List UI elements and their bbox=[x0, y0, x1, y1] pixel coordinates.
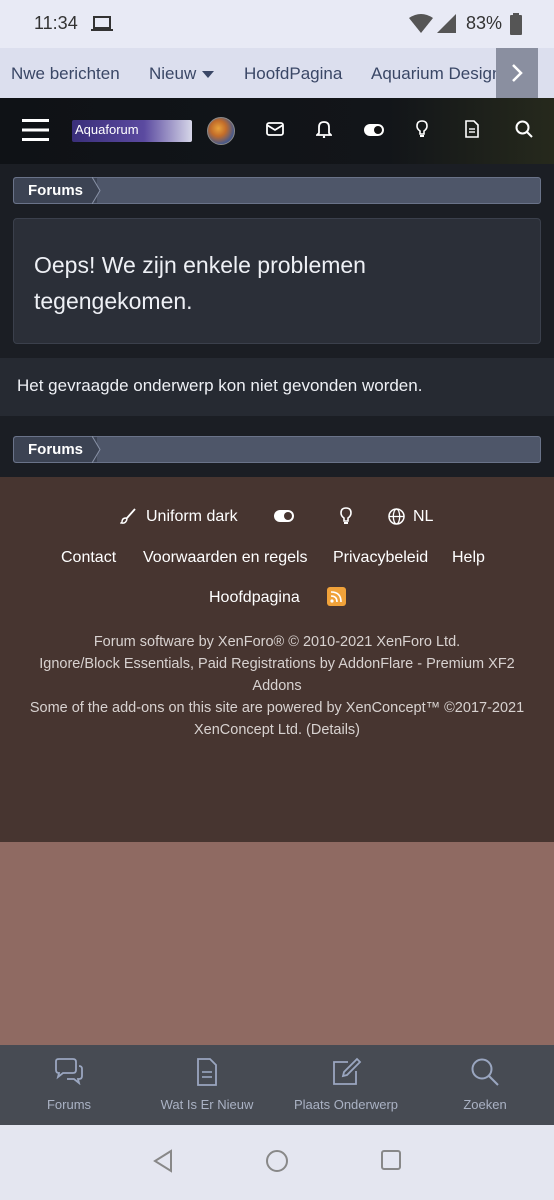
globe-icon bbox=[388, 508, 405, 525]
bottom-nav-whats-new[interactable]: Wat Is Er Nieuw bbox=[138, 1045, 276, 1125]
error-title: Oeps! We zijn enkele problemen tegengeko… bbox=[34, 252, 366, 314]
tab-new[interactable]: Nieuw bbox=[149, 64, 215, 84]
error-notice: Het gevraagde onderwerp kon niet gevonde… bbox=[0, 358, 554, 416]
edit-icon bbox=[333, 1057, 362, 1085]
lightbulb-icon[interactable] bbox=[416, 120, 428, 138]
legal-addons: Addons bbox=[252, 678, 302, 694]
legal-xenconcept: Some of the add-ons on this site are pow… bbox=[29, 700, 525, 716]
bottom-nav-post-thread[interactable]: Plaats Onderwerp bbox=[277, 1045, 415, 1125]
bottom-nav-post-thread-label: Plaats Onderwerp bbox=[293, 1097, 399, 1112]
recents-icon[interactable] bbox=[380, 1149, 402, 1171]
back-icon[interactable] bbox=[152, 1149, 174, 1173]
search-icon[interactable] bbox=[515, 120, 533, 138]
laptop-icon bbox=[91, 16, 113, 31]
footer-link-terms[interactable]: Voorwaarden en regels bbox=[143, 549, 308, 567]
paintbrush-icon bbox=[120, 508, 136, 524]
battery-percent: 83% bbox=[466, 13, 503, 33]
legal-xenforo: Forum software by XenForo® © 2010-2021 X… bbox=[93, 634, 461, 650]
bottom-nav: Forums Wat Is Er Nieuw Plaats Onderwerp … bbox=[0, 1045, 554, 1125]
footer-link-help[interactable]: Help bbox=[452, 549, 485, 567]
tab-new-posts[interactable]: Nwe berichten bbox=[11, 64, 120, 84]
search-icon bbox=[471, 1058, 499, 1086]
style-variation-toggle-icon[interactable] bbox=[274, 510, 294, 522]
style-toggle-icon[interactable] bbox=[364, 124, 384, 136]
nav-tabs: Nwe berichten Nieuw HoofdPagina Aquarium… bbox=[0, 48, 554, 98]
rss-icon[interactable] bbox=[327, 587, 346, 606]
footer: Uniform dark NL Contact Voorwaarden en r… bbox=[0, 477, 554, 842]
error-block: Oeps! We zijn enkele problemen tegengeko… bbox=[13, 218, 541, 344]
breadcrumb-forums[interactable]: Forums bbox=[14, 178, 98, 203]
page-bottom-fill bbox=[0, 842, 554, 1045]
bottom-nav-forums[interactable]: Forums bbox=[0, 1045, 138, 1125]
battery-icon bbox=[510, 13, 522, 35]
status-time: 11:34 bbox=[34, 13, 78, 33]
status-bar: 11:34 83% bbox=[0, 0, 554, 48]
legal-addonflare: Ignore/Block Essentials, Paid Registrati… bbox=[39, 656, 515, 672]
avatar[interactable] bbox=[207, 117, 235, 145]
signal-icon bbox=[437, 14, 456, 33]
hamburger-menu-icon[interactable] bbox=[22, 118, 49, 142]
style-chooser-link[interactable]: Uniform dark bbox=[146, 508, 238, 526]
footer-link-contact[interactable]: Contact bbox=[61, 549, 116, 567]
tab-new-label: Nieuw bbox=[149, 64, 197, 83]
bottom-nav-search-label: Zoeken bbox=[463, 1097, 507, 1112]
bottom-nav-search[interactable]: Zoeken bbox=[416, 1045, 554, 1125]
footer-link-privacy[interactable]: Privacybeleid bbox=[333, 549, 428, 567]
legal-xenconcept-details[interactable]: XenConcept Ltd. (Details) bbox=[0, 719, 554, 741]
inbox-icon[interactable] bbox=[266, 122, 284, 136]
chevron-right-icon bbox=[512, 64, 523, 82]
caret-down-icon bbox=[202, 71, 215, 79]
document-icon bbox=[197, 1058, 217, 1086]
system-nav-bar bbox=[0, 1125, 554, 1200]
footer-link-home[interactable]: Hoofdpagina bbox=[209, 589, 300, 607]
breadcrumb-bottom: Forums bbox=[13, 436, 541, 463]
site-logo[interactable]: Aquaforum bbox=[72, 120, 192, 142]
error-message: Het gevraagde onderwerp kon niet gevonde… bbox=[17, 376, 423, 395]
document-icon[interactable] bbox=[465, 120, 479, 138]
rss-glyph-icon bbox=[330, 591, 342, 603]
home-icon[interactable] bbox=[265, 1149, 289, 1173]
scroll-right-button[interactable] bbox=[496, 48, 538, 98]
chat-icon bbox=[55, 1058, 83, 1085]
breadcrumb-arrow-icon bbox=[92, 177, 101, 204]
bell-icon[interactable] bbox=[316, 120, 332, 138]
breadcrumb-forums-bottom[interactable]: Forums bbox=[14, 437, 98, 462]
bottom-nav-whats-new-label: Wat Is Er Nieuw bbox=[160, 1097, 254, 1112]
lightbulb-icon[interactable] bbox=[340, 507, 352, 525]
logo-text: Aquaforum bbox=[75, 122, 139, 137]
language-chooser-link[interactable]: NL bbox=[413, 508, 433, 526]
wifi-icon bbox=[409, 14, 433, 33]
tab-home[interactable]: HoofdPagina bbox=[244, 64, 342, 84]
breadcrumb-arrow-icon bbox=[92, 436, 101, 463]
breadcrumb: Forums bbox=[13, 177, 541, 204]
bottom-nav-forums-label: Forums bbox=[46, 1097, 92, 1112]
